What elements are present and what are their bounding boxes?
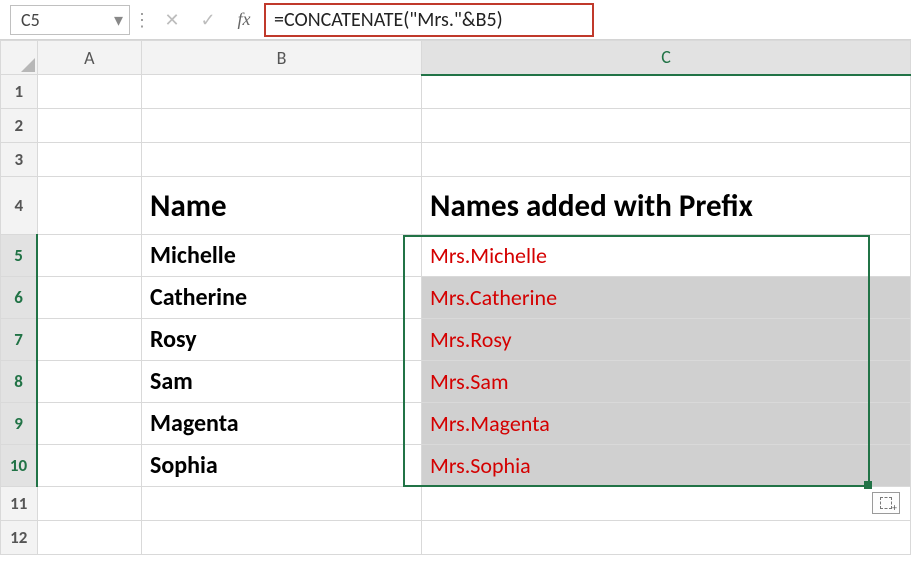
cell-A9[interactable] <box>37 403 141 445</box>
autofill-options-icon <box>880 497 892 509</box>
cancel-icon[interactable]: ✕ <box>154 9 190 31</box>
cell-A8[interactable] <box>37 361 141 403</box>
prefix-value: Mrs.Catherine <box>422 277 910 318</box>
row-header-10[interactable]: 10 <box>1 445 38 487</box>
cell-C12[interactable] <box>422 521 911 555</box>
name-value: Sophia <box>142 445 421 486</box>
name-box-value: C5 <box>21 9 40 31</box>
cell-B10[interactable]: Sophia <box>142 445 422 487</box>
header-name: Name <box>142 187 421 225</box>
row-header-4[interactable]: 4 <box>1 177 38 235</box>
row-header-7[interactable]: 7 <box>1 319 38 361</box>
name-value: Catherine <box>142 277 421 318</box>
spreadsheet-grid: A B C 1 2 3 4 Name Names added with Pref… <box>0 40 911 555</box>
name-value: Rosy <box>142 319 421 360</box>
row-header-9[interactable]: 9 <box>1 403 38 445</box>
cell-B8[interactable]: Sam <box>142 361 422 403</box>
column-header-row: A B C <box>1 41 911 75</box>
cell-B11[interactable] <box>142 487 422 521</box>
cell-C6[interactable]: Mrs.Catherine <box>422 277 911 319</box>
name-value: Sam <box>142 361 421 402</box>
cell-C9[interactable]: Mrs.Magenta <box>422 403 911 445</box>
formula-input[interactable]: =CONCATENATE("Mrs."&B5) <box>274 8 503 32</box>
cell-B1[interactable] <box>142 75 422 109</box>
cell-C11[interactable] <box>422 487 911 521</box>
formula-bar-separator-icon: ⋮ <box>130 9 154 31</box>
plus-icon: + <box>892 501 897 514</box>
row-header-3[interactable]: 3 <box>1 143 38 177</box>
cell-C7[interactable]: Mrs.Rosy <box>422 319 911 361</box>
name-value: Magenta <box>142 403 421 444</box>
cell-A4[interactable] <box>37 177 141 235</box>
column-header-C[interactable]: C <box>422 41 911 75</box>
cell-A7[interactable] <box>37 319 141 361</box>
cell-B2[interactable] <box>142 109 422 143</box>
row-header-11[interactable]: 11 <box>1 487 38 521</box>
cell-B7[interactable]: Rosy <box>142 319 422 361</box>
prefix-value: Mrs.Michelle <box>422 235 910 276</box>
chevron-down-icon[interactable]: ▾ <box>114 9 123 31</box>
row-header-12[interactable]: 12 <box>1 521 38 555</box>
row-header-1[interactable]: 1 <box>1 75 38 109</box>
cell-B6[interactable]: Catherine <box>142 277 422 319</box>
cell-A12[interactable] <box>37 521 141 555</box>
cell-C8[interactable]: Mrs.Sam <box>422 361 911 403</box>
cell-C3[interactable] <box>422 143 911 177</box>
cell-B5[interactable]: Michelle <box>142 235 422 277</box>
prefix-value: Mrs.Sophia <box>422 445 910 486</box>
select-all-corner[interactable] <box>1 41 38 75</box>
cell-B12[interactable] <box>142 521 422 555</box>
cell-A6[interactable] <box>37 277 141 319</box>
select-all-triangle-icon <box>21 58 35 72</box>
cell-C10[interactable]: Mrs.Sophia <box>422 445 911 487</box>
cell-C2[interactable] <box>422 109 911 143</box>
prefix-value: Mrs.Sam <box>422 361 910 402</box>
name-value: Michelle <box>142 235 421 276</box>
formula-highlight-box: =CONCATENATE("Mrs."&B5) <box>264 3 594 37</box>
autofill-options-button[interactable]: + <box>872 492 900 514</box>
cell-A10[interactable] <box>37 445 141 487</box>
cell-C1[interactable] <box>422 75 911 109</box>
row-header-5[interactable]: 5 <box>1 235 38 277</box>
row-header-2[interactable]: 2 <box>1 109 38 143</box>
row-header-6[interactable]: 6 <box>1 277 38 319</box>
cell-B4[interactable]: Name <box>142 177 422 235</box>
cell-A3[interactable] <box>37 143 141 177</box>
column-header-A[interactable]: A <box>37 41 141 75</box>
column-header-B[interactable]: B <box>142 41 422 75</box>
header-prefix: Names added with Prefix <box>422 187 910 225</box>
prefix-value: Mrs.Magenta <box>422 403 910 444</box>
cell-A2[interactable] <box>37 109 141 143</box>
cell-C5[interactable]: Mrs.Michelle <box>422 235 911 277</box>
cell-A11[interactable] <box>37 487 141 521</box>
formula-bar: C5 ▾ ⋮ ✕ ✓ fx =CONCATENATE("Mrs."&B5) <box>0 0 911 40</box>
cell-B9[interactable]: Magenta <box>142 403 422 445</box>
fx-icon[interactable]: fx <box>226 9 262 30</box>
cell-A1[interactable] <box>37 75 141 109</box>
prefix-value: Mrs.Rosy <box>422 319 910 360</box>
enter-icon[interactable]: ✓ <box>190 9 226 31</box>
name-box[interactable]: C5 ▾ <box>10 5 130 35</box>
row-header-8[interactable]: 8 <box>1 361 38 403</box>
cell-B3[interactable] <box>142 143 422 177</box>
cell-C4[interactable]: Names added with Prefix <box>422 177 911 235</box>
cell-A5[interactable] <box>37 235 141 277</box>
